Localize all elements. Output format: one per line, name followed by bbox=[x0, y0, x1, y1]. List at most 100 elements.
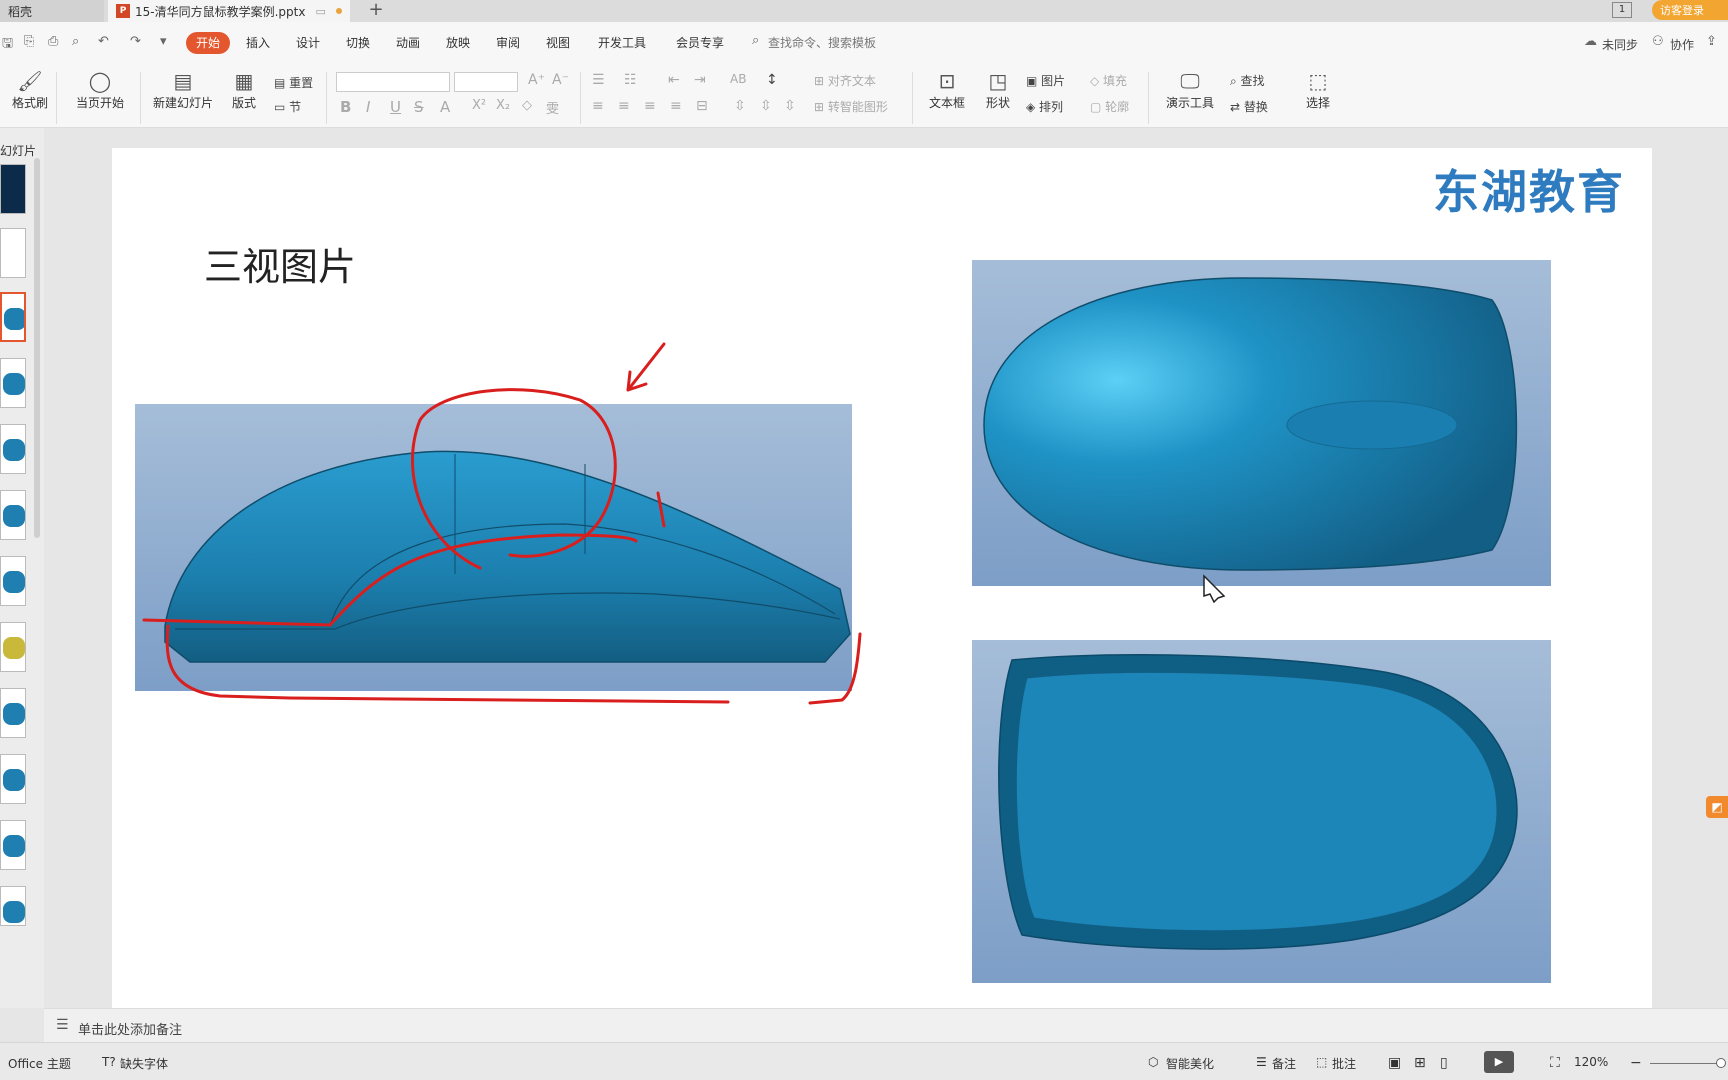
play-from-current-button[interactable]: ◯ 当页开始 bbox=[68, 68, 132, 111]
share-icon[interactable]: ⇪ bbox=[1706, 34, 1717, 49]
menu-tab-insert[interactable]: 插入 bbox=[246, 34, 270, 51]
justify-icon[interactable]: ≡ bbox=[670, 98, 682, 114]
menu-tab-developer[interactable]: 开发工具 bbox=[598, 34, 646, 51]
customize-dropdown-icon[interactable]: ▾ bbox=[160, 34, 167, 49]
monitor-icon[interactable]: ▭ bbox=[315, 5, 325, 18]
menu-tab-review[interactable]: 审阅 bbox=[496, 34, 520, 51]
find-button[interactable]: ⌕ 查找 bbox=[1230, 72, 1265, 89]
side-tool-icon[interactable]: ◩ bbox=[1706, 796, 1728, 818]
thumbnail-scrollbar[interactable] bbox=[34, 158, 40, 538]
paragraph-spacing-icon[interactable]: ⇳ bbox=[734, 98, 746, 114]
smart-shape-button[interactable]: ⊞ 转智能图形 bbox=[814, 98, 888, 115]
zoom-out-icon[interactable]: − bbox=[1630, 1055, 1642, 1071]
slide-thumbnail-selected[interactable] bbox=[0, 292, 26, 342]
slide-thumbnail[interactable] bbox=[0, 820, 26, 870]
slide-thumbnail[interactable] bbox=[0, 886, 26, 926]
superscript-icon[interactable]: X² bbox=[472, 98, 486, 113]
slide-thumbnail[interactable] bbox=[0, 358, 26, 408]
reading-view-icon[interactable]: ▯ bbox=[1440, 1055, 1448, 1071]
redo-icon[interactable]: ↷ bbox=[130, 34, 141, 49]
presentation-tools-button[interactable]: 🖵 演示工具 bbox=[1160, 68, 1220, 111]
outdent-icon[interactable]: ⇤ bbox=[668, 72, 680, 88]
bold-icon[interactable]: B bbox=[340, 98, 351, 116]
font-family-select[interactable] bbox=[336, 72, 450, 92]
format-painter-button[interactable]: 🖌 格式刷 bbox=[10, 68, 50, 111]
arrange-button[interactable]: ◈ 排列 bbox=[1026, 98, 1063, 115]
zoom-slider[interactable] bbox=[1650, 1063, 1720, 1064]
export-icon[interactable]: ⎘ bbox=[24, 34, 34, 49]
numbered-list-icon[interactable]: ☷ bbox=[624, 72, 637, 88]
smart-beautify-button[interactable]: 智能美化 bbox=[1166, 1055, 1214, 1072]
slide-thumbnail[interactable] bbox=[0, 556, 26, 606]
decrease-font-icon[interactable]: A⁻ bbox=[552, 72, 569, 88]
window-count-badge[interactable]: 1 bbox=[1612, 2, 1632, 18]
grid-view-icon[interactable]: ⊞ bbox=[1414, 1055, 1426, 1071]
menu-tab-animation[interactable]: 动画 bbox=[396, 34, 420, 51]
menu-tab-member[interactable]: 会员专享 bbox=[676, 34, 724, 51]
increase-font-icon[interactable]: A⁺ bbox=[528, 72, 545, 88]
clear-format-icon[interactable]: ◇ bbox=[522, 98, 532, 113]
distribute-icon[interactable]: ⊟ bbox=[696, 98, 708, 114]
outline-button[interactable]: ▢ 轮廓 bbox=[1090, 98, 1129, 115]
fill-button[interactable]: ◇ 填充 bbox=[1090, 72, 1127, 89]
comment-button[interactable]: 批注 bbox=[1332, 1055, 1356, 1072]
underline-icon[interactable]: U bbox=[390, 98, 401, 116]
line-spacing-2-icon[interactable]: ⇳ bbox=[784, 98, 796, 114]
phonetic-icon[interactable]: 雯 bbox=[546, 98, 559, 117]
align-right-icon[interactable]: ≡ bbox=[644, 98, 656, 114]
line-spacing-icon[interactable]: ↕ bbox=[766, 72, 778, 88]
align-text-button[interactable]: ⊞ 对齐文本 bbox=[814, 72, 876, 89]
slide-thumbnail[interactable] bbox=[0, 490, 26, 540]
menu-tab-slideshow[interactable]: 放映 bbox=[446, 34, 470, 51]
new-slide-button[interactable]: ▤ 新建幻灯片 bbox=[148, 68, 218, 111]
align-left-icon[interactable]: ≡ bbox=[592, 98, 604, 114]
command-search[interactable]: 查找命令、搜索模板 bbox=[768, 34, 876, 51]
slide-thumbnail[interactable] bbox=[0, 688, 26, 738]
italic-icon[interactable]: I bbox=[366, 98, 370, 116]
guest-login-button[interactable]: 访客登录 bbox=[1652, 0, 1728, 20]
tab-document[interactable]: P 15-清华同方鼠标教学案例.pptx ▭ bbox=[108, 0, 350, 22]
missing-font-status[interactable]: 缺失字体 bbox=[120, 1055, 168, 1072]
notes-toggle-button[interactable]: 备注 bbox=[1272, 1055, 1296, 1072]
new-tab-button[interactable]: + bbox=[366, 0, 386, 22]
sync-status[interactable]: 未同步 bbox=[1602, 36, 1638, 53]
bullet-list-icon[interactable]: ☰ bbox=[592, 72, 605, 88]
menu-tab-transition[interactable]: 切换 bbox=[346, 34, 370, 51]
menu-tab-design[interactable]: 设计 bbox=[296, 34, 320, 51]
text-direction-icon[interactable]: AB bbox=[730, 72, 746, 86]
layout-button[interactable]: ▦ 版式 bbox=[226, 68, 262, 111]
collaborate-button[interactable]: 协作 bbox=[1670, 36, 1694, 53]
notes-bar[interactable]: ☰ 单击此处添加备注 bbox=[44, 1008, 1728, 1042]
subscript-icon[interactable]: X₂ bbox=[496, 98, 510, 113]
slide-thumbnail[interactable] bbox=[0, 164, 26, 214]
slide-title[interactable]: 三视图片 bbox=[204, 236, 356, 291]
strikethrough-icon[interactable]: S bbox=[414, 98, 424, 116]
align-center-icon[interactable]: ≡ bbox=[618, 98, 630, 114]
slide-thumbnail[interactable] bbox=[0, 424, 26, 474]
textbox-button[interactable]: ⊡ 文本框 bbox=[922, 68, 972, 111]
mouse-side-view-image[interactable] bbox=[135, 404, 852, 691]
font-size-select[interactable] bbox=[454, 72, 518, 92]
reset-button[interactable]: ▤ 重置 bbox=[274, 74, 313, 91]
select-button[interactable]: ⬚ 选择 bbox=[1298, 68, 1338, 111]
picture-button[interactable]: ▣ 图片 bbox=[1026, 72, 1065, 89]
mouse-bottom-view-image[interactable] bbox=[972, 640, 1551, 983]
zoom-slider-knob[interactable] bbox=[1716, 1058, 1726, 1068]
zoom-level[interactable]: 120% bbox=[1574, 1055, 1608, 1069]
normal-view-icon[interactable]: ▣ bbox=[1388, 1055, 1401, 1071]
menu-tab-start[interactable]: 开始 bbox=[186, 32, 230, 54]
shape-button[interactable]: ◳ 形状 bbox=[978, 68, 1018, 111]
save-icon[interactable]: 🖫 bbox=[2, 34, 13, 56]
slide-thumbnail[interactable] bbox=[0, 622, 26, 672]
slide-thumbnail[interactable] bbox=[0, 754, 26, 804]
replace-button[interactable]: ⇄ 替换 bbox=[1230, 98, 1268, 115]
fit-window-icon[interactable]: ⛶ bbox=[1550, 1055, 1560, 1071]
tab-home[interactable]: 稻壳 bbox=[0, 0, 104, 22]
slideshow-play-button[interactable]: ▶ bbox=[1484, 1051, 1514, 1073]
menu-tab-view[interactable]: 视图 bbox=[546, 34, 570, 51]
notes-placeholder[interactable]: 单击此处添加备注 bbox=[78, 1019, 182, 1038]
print-preview-icon[interactable]: ⌕ bbox=[72, 34, 79, 49]
mouse-top-view-image[interactable] bbox=[972, 260, 1551, 586]
columns-icon[interactable]: ⇳ bbox=[760, 98, 772, 114]
undo-icon[interactable]: ↶ bbox=[98, 34, 109, 49]
